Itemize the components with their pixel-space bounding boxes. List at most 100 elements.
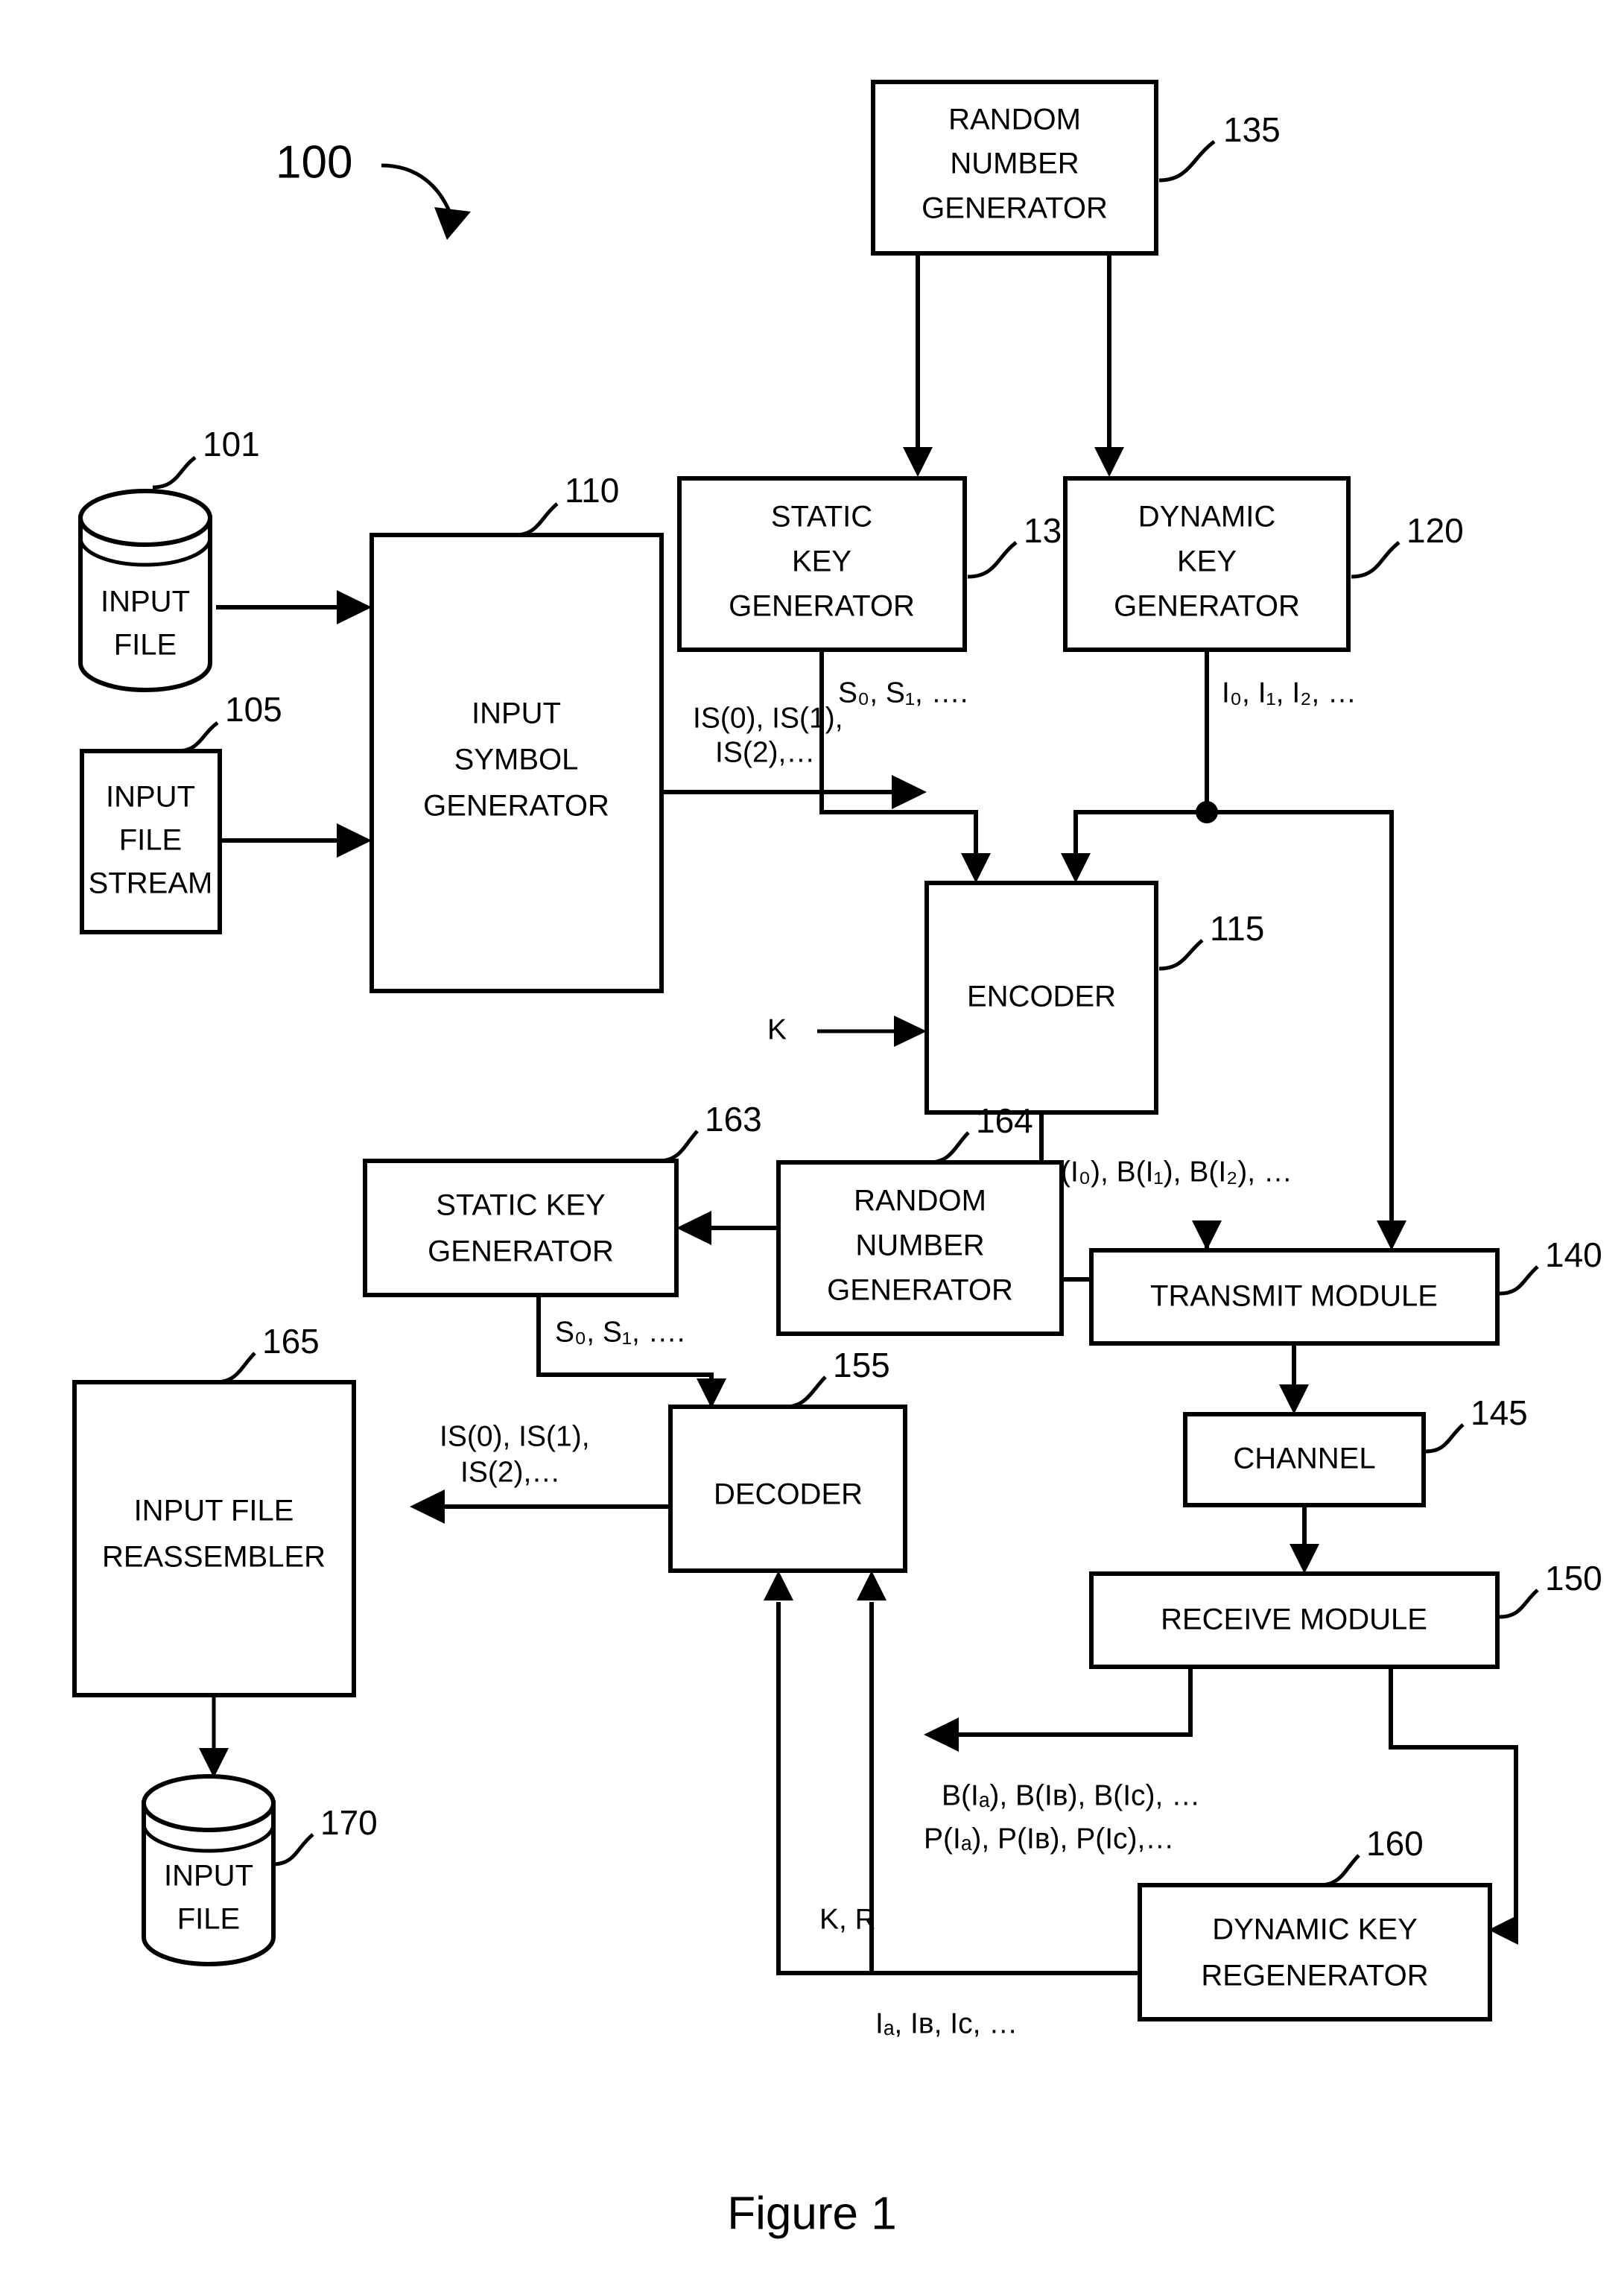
block-label-line: RANDOM bbox=[854, 1185, 986, 1218]
block-label-line: FILE bbox=[119, 824, 182, 857]
diagram-canvas: 100 RANDOM NUMBER GENERATOR 135 STATIC K… bbox=[72, 80, 1602, 2239]
ref-leader-130 bbox=[967, 541, 1018, 579]
block-label-line: KEY bbox=[792, 545, 851, 578]
arrowhead-regenerator-in bbox=[1488, 1915, 1518, 1945]
arrowhead-dynamic-key-gen-in bbox=[1094, 447, 1124, 477]
ref-leader-101 bbox=[152, 455, 197, 490]
arrowhead-encoder-dynamic-key-in bbox=[1061, 853, 1091, 883]
block-label-line: KEY bbox=[1177, 545, 1237, 578]
block-label-line: GENERATOR bbox=[423, 790, 609, 823]
block-label-line: INPUT bbox=[106, 781, 195, 814]
block-label-line: ENCODER bbox=[967, 981, 1116, 1013]
signal-received-symbols-line2: P(Iₐ), P(Iʙ), P(Iᴄ),… bbox=[924, 1823, 1174, 1855]
ref-number-163: 163 bbox=[705, 1100, 762, 1139]
ref-number-140: 140 bbox=[1545, 1235, 1602, 1274]
ref-leader-155 bbox=[785, 1375, 827, 1409]
block-label-line: STATIC KEY bbox=[436, 1189, 605, 1222]
block-label-line: GENERATOR bbox=[428, 1235, 614, 1268]
ref-leader-145 bbox=[1425, 1423, 1465, 1454]
block-label-line: INPUT bbox=[472, 697, 561, 730]
block-label-line: GENERATOR bbox=[827, 1274, 1013, 1307]
arrowhead-decoder-symbols-in bbox=[924, 1717, 959, 1752]
ref-number-150: 150 bbox=[1545, 1559, 1602, 1598]
wire-receive-to-decoder bbox=[954, 1667, 1193, 1737]
ref-leader-163 bbox=[659, 1130, 699, 1163]
ref-number-165: 165 bbox=[262, 1322, 320, 1361]
ref-leader-150 bbox=[1499, 1589, 1539, 1619]
ref-number-105: 105 bbox=[225, 690, 282, 729]
arrowhead-encoder-static-key-in bbox=[961, 853, 991, 883]
signal-regenerated-keys: Iₐ, Iʙ, Iᴄ, … bbox=[875, 2007, 1018, 2039]
block-label-line: STATIC bbox=[771, 501, 872, 533]
signal-input-symbols-tx-line1: IS(0), IS(1), bbox=[693, 702, 843, 734]
signal-input-symbols-rx-line1: IS(0), IS(1), bbox=[440, 1420, 590, 1452]
block-label-line: SYMBOL bbox=[454, 744, 579, 776]
block-static-key-generator-rx[interactable] bbox=[363, 1159, 679, 1297]
wire-static-keys-to-decoder bbox=[536, 1295, 714, 1408]
arrowhead-static-key-gen-rx-in bbox=[676, 1211, 711, 1245]
signal-input-symbols-tx-line2: IS(2),… bbox=[715, 736, 815, 768]
ref-number-101: 101 bbox=[203, 425, 260, 463]
ref-leader-165 bbox=[215, 1352, 256, 1384]
figure-caption: Figure 1 bbox=[727, 2188, 896, 2239]
block-label-line: CHANNEL bbox=[1233, 1443, 1375, 1475]
signal-encoded-symbols: B(I₀), B(I₁), B(I₂), … bbox=[1041, 1156, 1292, 1188]
signal-received-symbols-line1: B(Iₐ), B(Iʙ), B(Iᴄ), … bbox=[942, 1779, 1200, 1811]
arrowhead-reassembler-symbols-in bbox=[410, 1489, 445, 1524]
arrowhead-output-file-in bbox=[199, 1748, 229, 1778]
ref-number-155: 155 bbox=[833, 1346, 890, 1384]
block-label-line: RANDOM bbox=[948, 104, 1081, 136]
arrowhead-decoder-static-key-in bbox=[697, 1378, 726, 1408]
block-label-line: FILE bbox=[177, 1903, 240, 1936]
block-label-line: GENERATOR bbox=[729, 590, 915, 623]
block-label-line: FILE bbox=[114, 629, 177, 662]
arrowhead-transmit-encoded-in bbox=[1192, 1220, 1222, 1250]
block-label-line: DYNAMIC KEY bbox=[1212, 1913, 1418, 1946]
ref-number-115: 115 bbox=[1210, 909, 1264, 948]
arrowhead-transmit-dynamic-key-in bbox=[1377, 1220, 1406, 1250]
signal-encoder-k: K bbox=[767, 1013, 787, 1045]
patent-figure-1: 100 RANDOM NUMBER GENERATOR 135 STATIC K… bbox=[0, 0, 1624, 2286]
block-label-line: NUMBER bbox=[855, 1229, 984, 1262]
ref-leader-120 bbox=[1351, 541, 1401, 579]
block-label-line: DECODER bbox=[714, 1478, 863, 1511]
system-ref-label: 100 bbox=[276, 136, 352, 188]
block-label-line: TRANSMIT MODULE bbox=[1150, 1280, 1438, 1313]
block-label-line: INPUT FILE bbox=[134, 1495, 294, 1527]
block-dynamic-key-regenerator[interactable] bbox=[1138, 1883, 1492, 2021]
block-label-line: RECEIVE MODULE bbox=[1161, 1603, 1427, 1636]
ref-number-170: 170 bbox=[320, 1803, 378, 1842]
arrowhead-symbol-gen-stream-in bbox=[337, 823, 372, 858]
block-label-line: DYNAMIC bbox=[1138, 501, 1275, 533]
block-label-line: STREAM bbox=[89, 867, 213, 900]
signal-input-symbols-rx-line2: IS(2),… bbox=[460, 1456, 560, 1488]
arrowhead-encoder-k-in bbox=[894, 1016, 927, 1047]
ref-leader-170 bbox=[272, 1833, 314, 1867]
arrowhead-encoder-symbols-in bbox=[892, 775, 927, 809]
arrowhead-symbol-gen-file-in bbox=[337, 590, 372, 624]
block-label-line: REGENERATOR bbox=[1201, 1960, 1428, 1992]
ref-leader-135 bbox=[1158, 139, 1216, 183]
arrowhead-decoder-kr-in bbox=[857, 1571, 886, 1600]
block-input-file-reassembler[interactable] bbox=[72, 1380, 356, 1697]
ref-leader-140 bbox=[1499, 1265, 1539, 1296]
signal-static-keys-rx: S₀, S₁, …. bbox=[555, 1316, 685, 1348]
signal-static-keys-tx: S₀, S₁, …. bbox=[838, 677, 968, 709]
block-label-line: GENERATOR bbox=[922, 192, 1108, 225]
ref-number-120: 120 bbox=[1406, 511, 1464, 550]
wire-dynamic-keys-to-encoder bbox=[1073, 810, 1207, 857]
system-ref-leader bbox=[381, 163, 453, 215]
ref-leader-160 bbox=[1319, 1854, 1360, 1887]
ref-number-164: 164 bbox=[976, 1101, 1033, 1140]
arrowhead-decoder-regen-keys-in bbox=[764, 1571, 793, 1600]
system-ref-arrowhead bbox=[434, 207, 471, 240]
block-label-line: GENERATOR bbox=[1114, 590, 1300, 623]
block-label-line: INPUT bbox=[164, 1860, 253, 1893]
block-label-line: INPUT bbox=[101, 586, 190, 618]
block-label-line: REASSEMBLER bbox=[102, 1541, 326, 1574]
ref-leader-105 bbox=[177, 721, 219, 753]
ref-number-110: 110 bbox=[565, 471, 619, 510]
signal-decoder-kr: K, R bbox=[819, 1903, 876, 1935]
ref-number-135: 135 bbox=[1223, 110, 1281, 149]
arrowhead-receive-in bbox=[1290, 1544, 1319, 1574]
